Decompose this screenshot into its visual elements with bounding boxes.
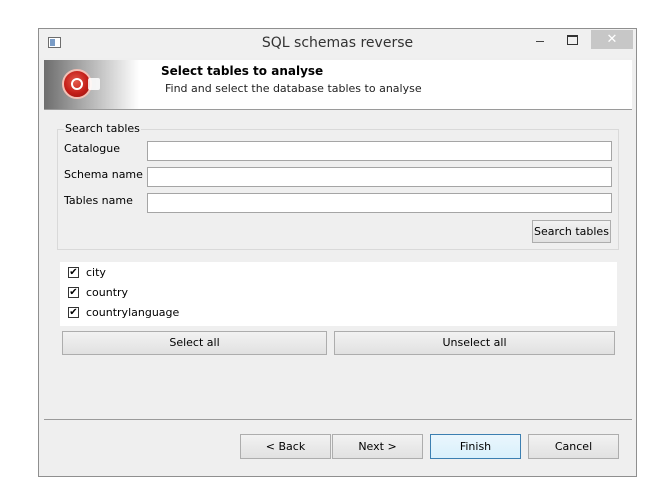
tables-name-input[interactable]: [147, 193, 612, 213]
schema-name-label: Schema name: [64, 168, 143, 181]
cancel-button[interactable]: Cancel: [528, 434, 619, 459]
table-name: countrylanguage: [86, 305, 180, 319]
tables-list: ✔ city ✔ country ✔ countrylanguage: [60, 262, 617, 326]
search-tables-group-label: Search tables: [64, 122, 141, 135]
select-all-button[interactable]: Select all: [62, 331, 327, 355]
maximize-button[interactable]: [563, 32, 583, 50]
dialog-window: SQL schemas reverse ✕ Select tables to a…: [38, 28, 637, 477]
catalogue-input[interactable]: [147, 141, 612, 161]
wizard-header: Select tables to analyse Find and select…: [44, 60, 632, 110]
schema-name-input[interactable]: [147, 167, 612, 187]
title-bar[interactable]: SQL schemas reverse ✕: [39, 29, 636, 58]
list-item[interactable]: ✔ country: [68, 283, 128, 301]
step-subtitle: Find and select the database tables to a…: [165, 82, 422, 95]
logo-banner: [44, 60, 139, 109]
countrylanguage-checkbox[interactable]: ✔: [68, 306, 79, 318]
country-checkbox[interactable]: ✔: [68, 286, 79, 298]
table-name: city: [86, 265, 106, 279]
footer-separator: [44, 419, 632, 420]
step-title: Select tables to analyse: [161, 64, 324, 78]
back-button[interactable]: < Back: [240, 434, 331, 459]
finish-button[interactable]: Finish: [430, 434, 521, 459]
list-item[interactable]: ✔ city: [68, 263, 106, 281]
city-checkbox[interactable]: ✔: [68, 266, 79, 278]
unselect-all-button[interactable]: Unselect all: [334, 331, 615, 355]
search-tables-button[interactable]: Search tables: [532, 220, 611, 243]
next-button[interactable]: Next >: [332, 434, 423, 459]
tables-name-label: Tables name: [64, 194, 133, 207]
table-name: country: [86, 285, 129, 299]
catalogue-label: Catalogue: [64, 142, 120, 155]
close-button[interactable]: ✕: [591, 30, 633, 49]
list-item[interactable]: ✔ countrylanguage: [68, 303, 179, 321]
minimize-button[interactable]: [531, 32, 551, 50]
logo-tab-shape: [88, 78, 100, 90]
